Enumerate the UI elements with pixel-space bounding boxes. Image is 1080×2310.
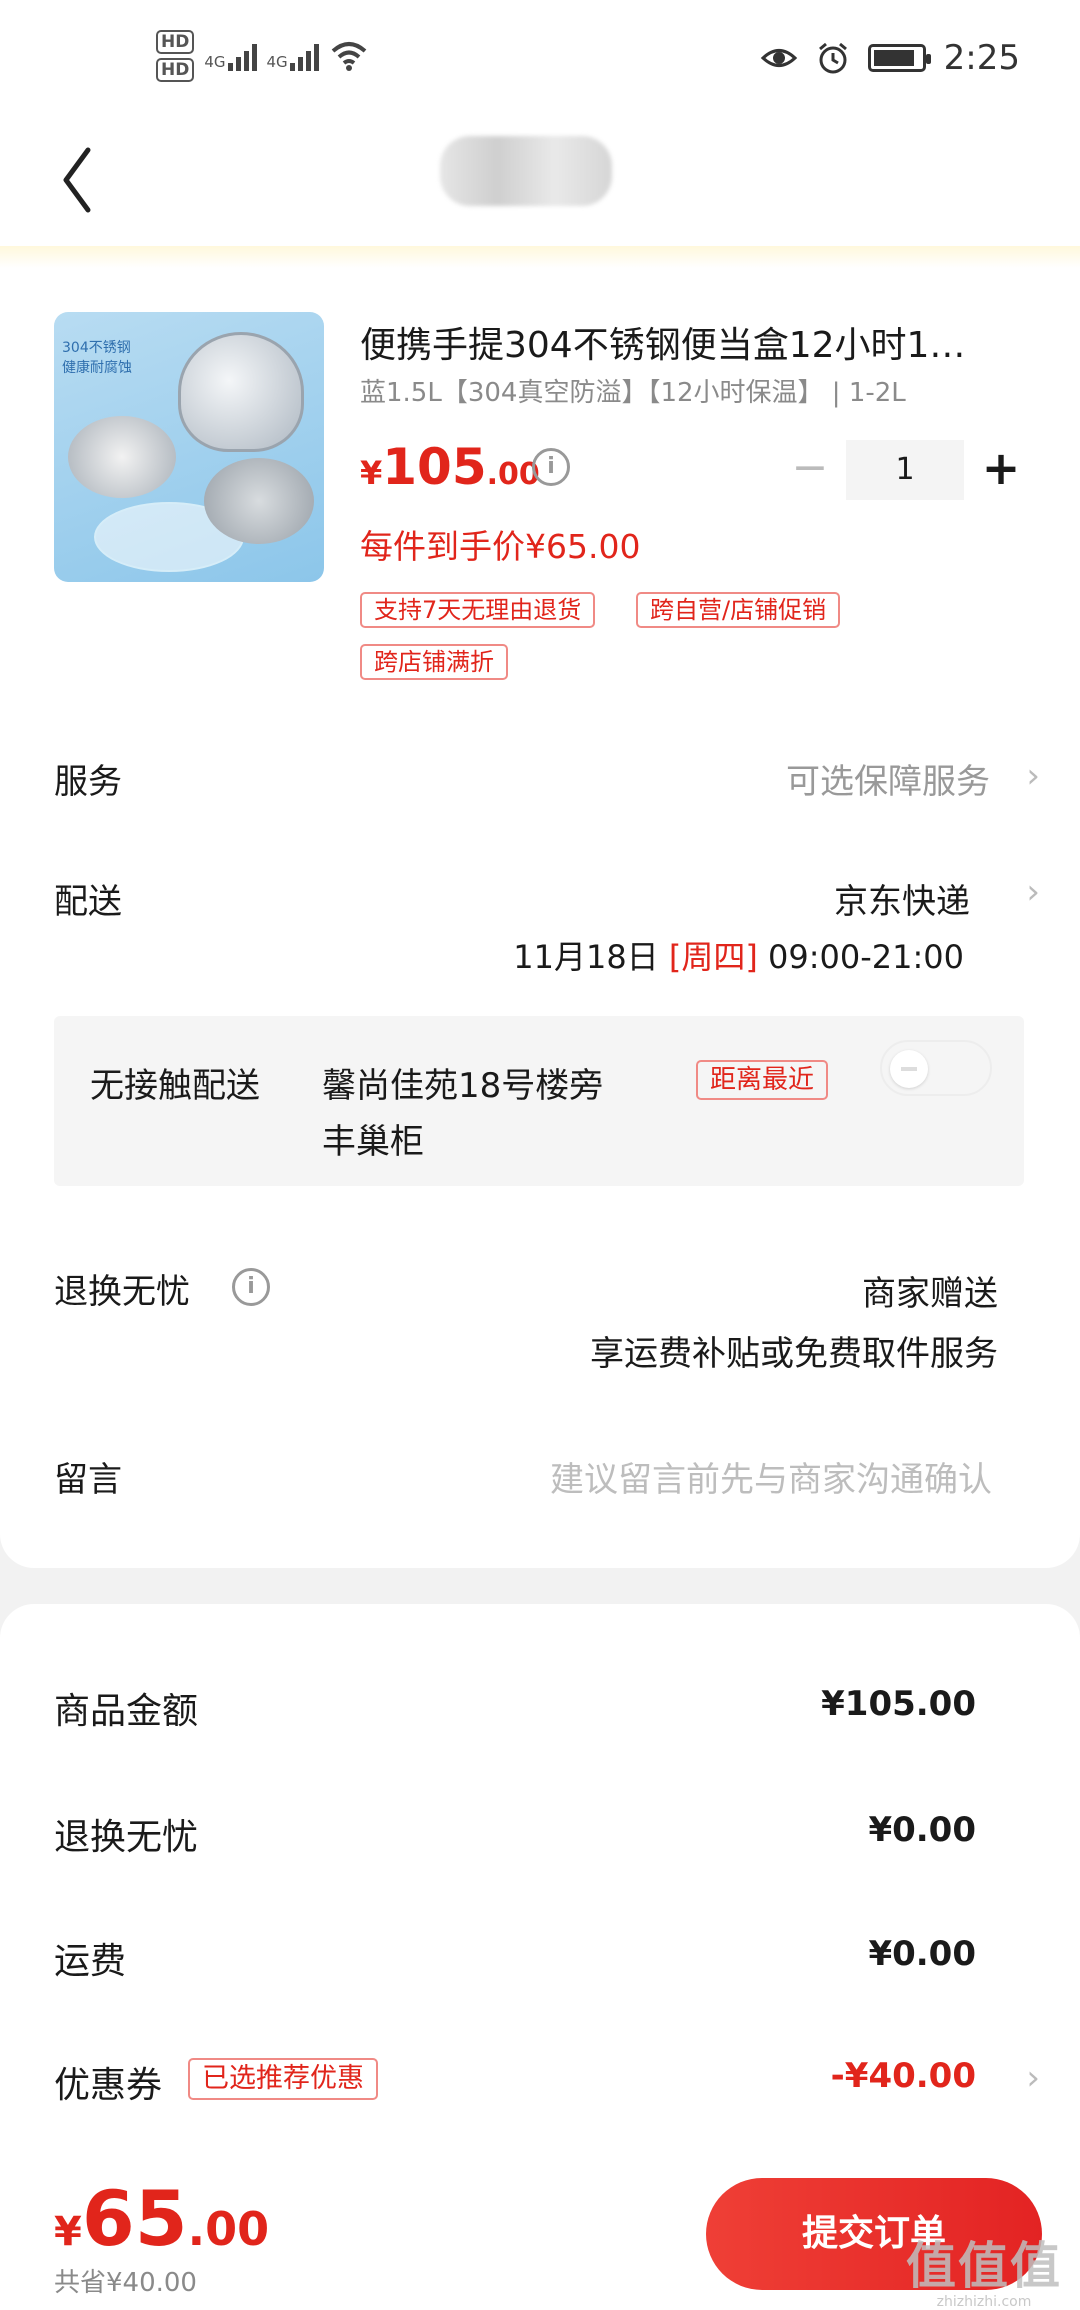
lunchbox-pot-image [178, 332, 304, 452]
price-info-icon[interactable]: i [532, 448, 570, 486]
steel-lid-image [68, 416, 176, 498]
service-label: 服务 [54, 762, 122, 802]
back-arrow-icon[interactable] [52, 140, 112, 220]
contactless-label: 无接触配送 [90, 1066, 260, 1106]
decrease-button[interactable]: − [790, 440, 830, 500]
delivery-weekday: [周四] [668, 938, 758, 976]
price-summary-card: 商品金额 ¥105.00 退换无忧 ¥0.00 运费 ¥0.00 优惠券 已选推… [0, 1604, 1080, 2134]
contactless-address-line1: 馨尚佳苑18号楼旁 [322, 1066, 604, 1106]
note-input[interactable]: 建议留言前先与商家沟通确认 [550, 1452, 992, 1501]
note-label: 留言 [54, 1460, 122, 1500]
total-price: ¥65.00 [54, 2174, 269, 2263]
wifi-icon [331, 42, 367, 71]
price-integer: 105 [382, 438, 487, 496]
network-type-1: 4G [204, 53, 226, 71]
quantity-field[interactable]: 1 [846, 440, 964, 500]
shipping-fee-label: 运费 [54, 1941, 127, 1982]
battery-icon [867, 44, 931, 72]
final-unit-price: 每件到手价¥65.00 [360, 527, 641, 566]
return-value-line2: 享运费补贴或免费取件服务 [590, 1334, 998, 1374]
coupon-chevron-icon: › [1026, 2058, 1040, 2098]
quantity-stepper: − 1 + [776, 440, 1026, 500]
watermark-logo: 值值值 [906, 2237, 1062, 2295]
service-value: 可选保障服务 [786, 762, 990, 802]
system-indicators: 2:25 [760, 38, 1020, 78]
product-spec[interactable]: 蓝1.5L【304真空防溢】【12小时保温】 | 1-2L [360, 372, 906, 409]
total-currency: ¥ [54, 2209, 82, 2255]
contactless-delivery-box: 无接触配送 馨尚佳苑18号楼旁 丰巢柜 距离最近 [54, 1016, 1024, 1186]
shipping-fee-value: ¥0.00 [868, 1934, 976, 1974]
tag-cross-store-discount: 跨店铺满折 [360, 644, 508, 680]
status-bar: HD HD 4G 4G 2:25 [0, 0, 1080, 110]
delivery-label: 配送 [54, 882, 122, 922]
goods-amount-value: ¥105.00 [821, 1684, 976, 1724]
delivery-time: 11月18日 [周四] 09:00-21:00 [513, 932, 964, 978]
contactless-toggle[interactable] [880, 1040, 992, 1096]
hd-badge-1: HD [156, 30, 195, 54]
product-price: ¥105.00 [360, 438, 540, 496]
contactless-address-line2: 丰巢柜 [322, 1122, 424, 1162]
coupon-label: 优惠券 [54, 2065, 163, 2106]
return-label: 退换无忧 [54, 1272, 190, 1312]
order-detail-card: 304不锈钢 健康耐腐蚀 便携手提304不锈钢便当盒12小时1… 蓝1.5L【3… [0, 268, 1080, 1568]
thumbnail-caption-line2: 健康耐腐蚀 [62, 360, 132, 376]
return-value-line1: 商家赠送 [862, 1274, 998, 1314]
price-currency: ¥ [360, 454, 383, 492]
checkout-bar: ¥65.00 共省¥40.00 提交订单 值值值 zhizhizhi.com [0, 2134, 1080, 2310]
network-indicators: HD HD 4G 4G [156, 30, 369, 82]
product-title[interactable]: 便携手提304不锈钢便当盒12小时1… [360, 316, 1000, 368]
return-info-icon[interactable]: i [232, 1268, 270, 1306]
header-gradient-divider [0, 246, 1080, 268]
delivery-time-range: 09:00-21:00 [768, 938, 964, 976]
signal-icon-2: 4G [267, 41, 319, 71]
alarm-icon [818, 42, 847, 74]
delivery-carrier: 京东快递 [834, 882, 970, 922]
hd-badge-2: HD [156, 58, 195, 82]
site-watermark: 值值值 zhizhizhi.com [906, 2226, 1062, 2310]
increase-button[interactable]: + [976, 440, 1026, 500]
clock: 2:25 [943, 38, 1020, 78]
total-integer: 65 [81, 2174, 188, 2263]
coupon-selected-badge: 已选推荐优惠 [188, 2058, 378, 2100]
network-type-2: 4G [266, 53, 288, 71]
total-saved: 共省¥40.00 [54, 2268, 197, 2298]
blurred-page-title [440, 136, 612, 206]
nearest-badge: 距离最近 [696, 1060, 829, 1100]
coupon-value: -¥40.00 [830, 2056, 976, 2096]
return-fee-label: 退换无忧 [54, 1817, 199, 1858]
eye-comfort-icon [760, 49, 797, 67]
total-decimal: .00 [187, 2202, 270, 2256]
thumbnail-caption: 304不锈钢 健康耐腐蚀 [62, 338, 132, 378]
goods-amount-label: 商品金额 [54, 1691, 199, 1732]
tag-cross-promo: 跨自营/店铺促销 [636, 592, 841, 628]
title-bar [0, 110, 1080, 250]
signal-icon-1: 4G [204, 41, 257, 71]
thumbnail-caption-line1: 304不锈钢 [62, 340, 131, 356]
delivery-date: 11月18日 [513, 938, 659, 976]
tag-7day-return: 支持7天无理由退货 [360, 592, 596, 628]
service-chevron-icon: › [1026, 756, 1040, 796]
product-thumbnail[interactable]: 304不锈钢 健康耐腐蚀 [54, 312, 324, 582]
delivery-chevron-icon: › [1026, 872, 1040, 912]
steel-bowl-image [204, 458, 314, 544]
return-fee-value: ¥0.00 [868, 1810, 976, 1850]
